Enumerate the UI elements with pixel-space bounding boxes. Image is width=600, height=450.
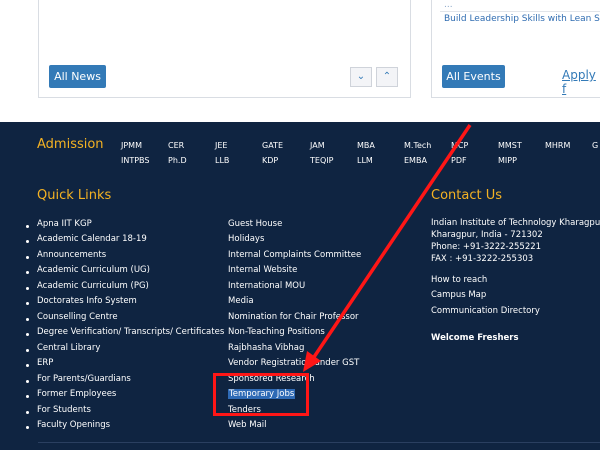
annotation-highlight-box	[213, 373, 309, 416]
